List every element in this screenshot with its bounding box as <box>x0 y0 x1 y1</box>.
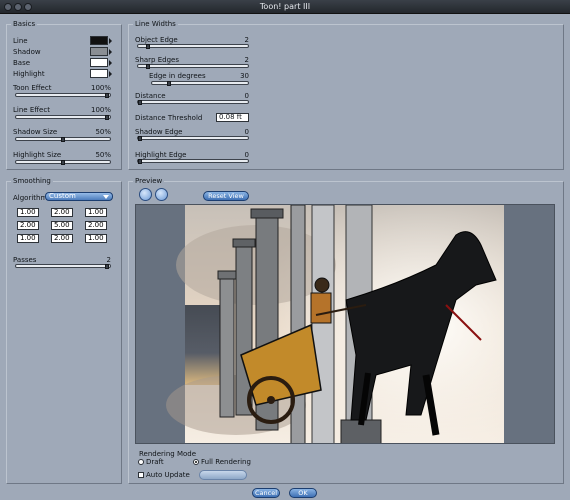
algorithm-value: Custom <box>49 192 76 200</box>
edge-degrees-label: Edge in degrees <box>149 72 206 80</box>
basics-title: Basics <box>11 20 38 28</box>
auto-update-checkbox[interactable] <box>138 472 144 478</box>
shadow-edge-value: 0 <box>244 128 249 136</box>
distance-threshold-input[interactable]: 0.08 ft <box>216 113 249 122</box>
passes-value: 2 <box>106 256 111 264</box>
highlight-color-label: Highlight <box>13 70 45 78</box>
object-edge-label: Object Edge <box>135 36 178 44</box>
shadow-size-value: 50% <box>95 128 111 136</box>
matrix-cell[interactable]: 1.00 <box>85 208 107 217</box>
sharp-edges-label: Sharp Edges <box>135 56 179 64</box>
slider-thumb[interactable] <box>105 264 109 269</box>
line-color-swatch[interactable] <box>90 36 112 45</box>
shadow-edge-label: Shadow Edge <box>135 128 183 136</box>
edge-degrees-slider[interactable] <box>151 81 249 86</box>
sharp-edges-value: 2 <box>244 56 249 64</box>
preview-canvas[interactable] <box>135 204 555 444</box>
distance-value: 0 <box>244 92 249 100</box>
sharp-edges-slider[interactable] <box>137 64 249 69</box>
matrix-cell[interactable]: 1.00 <box>17 208 39 217</box>
shadow-edge-slider[interactable] <box>137 136 249 141</box>
matrix-cell[interactable]: 2.00 <box>85 221 107 230</box>
distance-slider[interactable] <box>137 100 249 105</box>
matrix-cell[interactable]: 5.00 <box>51 221 73 230</box>
matrix-cell[interactable]: 2.00 <box>17 221 39 230</box>
highlight-size-value: 50% <box>95 151 111 159</box>
highlight-size-label: Highlight Size <box>13 151 62 159</box>
basics-panel: Basics Line Shadow Base Highlight Toon E… <box>6 20 122 170</box>
highlight-edge-label: Highlight Edge <box>135 151 187 159</box>
line-color-label: Line <box>13 37 28 45</box>
base-color-swatch[interactable] <box>90 58 112 67</box>
auto-update-label: Auto Update <box>146 471 190 479</box>
matrix-cell[interactable]: 1.00 <box>17 234 39 243</box>
distance-threshold-label: Distance Threshold <box>135 114 203 122</box>
ok-button[interactable]: OK <box>289 488 317 498</box>
swatch-arrow-icon <box>109 49 112 55</box>
draft-radio[interactable] <box>138 459 144 465</box>
preview-title: Preview <box>133 177 165 185</box>
window-title: Toon! part III <box>259 2 311 11</box>
passes-label: Passes <box>13 256 37 264</box>
passes-slider[interactable] <box>15 264 111 269</box>
shadow-size-slider[interactable] <box>15 137 111 142</box>
slider-thumb[interactable] <box>105 93 109 98</box>
highlight-color-swatch[interactable] <box>90 69 112 78</box>
chevron-down-icon <box>103 195 109 199</box>
preview-panel: Preview Reset View Rendering Mode Draft … <box>128 177 564 484</box>
cancel-button[interactable]: Cancel <box>252 488 280 498</box>
draft-label: Draft <box>146 458 164 466</box>
swatch-arrow-icon <box>109 60 112 66</box>
preview-render-image <box>166 205 504 443</box>
object-edge-value: 2 <box>244 36 249 44</box>
algorithm-label: Algorithm <box>13 194 48 202</box>
slider-thumb[interactable] <box>60 160 65 165</box>
toon-effect-value: 100% <box>90 84 111 92</box>
slider-thumb[interactable] <box>60 137 65 142</box>
algorithm-dropdown[interactable]: Custom <box>45 192 113 201</box>
title-bar: Toon! part III <box>0 0 570 14</box>
swatch-arrow-icon <box>109 38 112 44</box>
slider-thumb[interactable] <box>138 136 142 141</box>
slider-thumb[interactable] <box>138 100 142 105</box>
line-effect-label: Line Effect <box>13 106 50 114</box>
highlight-size-slider[interactable] <box>15 160 111 165</box>
rotate-view-button[interactable] <box>139 188 152 201</box>
smoothing-panel: Smoothing Algorithm Custom 1.00 2.00 1.00 2… <box>6 177 122 484</box>
distance-label: Distance <box>135 92 166 100</box>
rendering-mode-label: Rendering Mode <box>139 450 197 458</box>
shadow-color-label: Shadow <box>13 48 41 56</box>
slider-thumb[interactable] <box>138 159 142 164</box>
slider-thumb[interactable] <box>105 115 109 120</box>
line-widths-title: Line Widths <box>133 20 178 28</box>
matrix-cell[interactable]: 2.00 <box>51 208 73 217</box>
line-effect-value: 100% <box>90 106 111 114</box>
slider-thumb[interactable] <box>146 64 151 69</box>
shadow-color-swatch[interactable] <box>90 47 112 56</box>
reset-view-button[interactable]: Reset View <box>203 191 249 201</box>
smoothing-title: Smoothing <box>11 177 53 185</box>
line-widths-panel: Line Widths Object Edge 2 Sharp Edges 2 … <box>128 20 564 170</box>
full-rendering-label: Full Rendering <box>201 458 251 466</box>
slider-thumb[interactable] <box>146 44 151 49</box>
base-color-label: Base <box>13 59 31 67</box>
edge-degrees-value: 30 <box>240 72 249 80</box>
toon-effect-slider[interactable] <box>15 93 111 98</box>
highlight-edge-slider[interactable] <box>137 159 249 164</box>
toon-effect-label: Toon Effect <box>13 84 52 92</box>
swatch-arrow-icon <box>109 71 112 77</box>
full-rendering-radio[interactable] <box>193 459 199 465</box>
zoom-view-button[interactable] <box>155 188 168 201</box>
matrix-cell[interactable]: 2.00 <box>51 234 73 243</box>
line-effect-slider[interactable] <box>15 115 111 120</box>
matrix-cell[interactable]: 1.00 <box>85 234 107 243</box>
object-edge-slider[interactable] <box>137 44 249 49</box>
slider-thumb[interactable] <box>167 81 172 86</box>
shadow-size-label: Shadow Size <box>13 128 58 136</box>
render-button[interactable] <box>199 470 247 480</box>
highlight-edge-value: 0 <box>244 151 249 159</box>
